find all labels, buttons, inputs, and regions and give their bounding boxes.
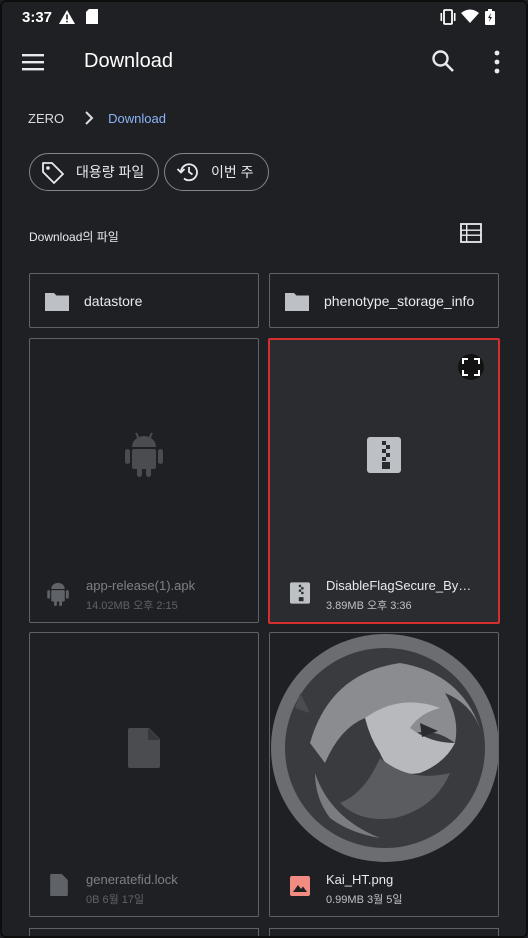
wifi-icon: [461, 9, 479, 23]
file-icon: [50, 874, 68, 896]
chip-large-files[interactable]: 대용량 파일: [29, 153, 160, 191]
status-bar: 3:37: [0, 0, 528, 34]
file-tile-selected[interactable]: DisableFlagSecure_By_Kai_HT.zip 3.89MB 오…: [268, 338, 500, 624]
chip-large-files-label: 대용량 파일: [76, 164, 145, 180]
android-icon: [47, 582, 69, 606]
folder-name: datastore: [84, 292, 143, 309]
folder-tile[interactable]: phenotype_storage_info: [269, 273, 499, 328]
chevron-right-icon: [85, 111, 94, 125]
file-name: DisableFlagSecure_By_Kai_HT.zip: [326, 578, 476, 593]
zip-icon: [367, 437, 401, 473]
file-tile-partial[interactable]: [29, 928, 259, 938]
file-meta: 3.89MB 오후 3:36: [326, 600, 412, 612]
battery-icon: [485, 9, 495, 25]
file-meta: 14.02MB 오후 2:15: [86, 600, 178, 612]
file-tile-partial[interactable]: [269, 928, 499, 938]
folder-tile[interactable]: datastore: [29, 273, 259, 328]
breadcrumb-root[interactable]: ZERO: [28, 111, 64, 126]
file-name: Kai_HT.png: [326, 872, 394, 887]
file-name: app-release(1).apk: [86, 578, 196, 593]
page-title: Download: [84, 50, 173, 72]
file-name: generatefid.lock: [86, 872, 178, 887]
folder-icon: [285, 292, 309, 311]
tag-icon: [42, 162, 64, 184]
file-caption: Kai_HT.png 0.99MB 3월 5일: [270, 864, 498, 916]
file-caption: DisableFlagSecure_By_Kai_HT.zip 3.89MB 오…: [270, 570, 498, 622]
file-meta: 0.99MB 3월 5일: [326, 894, 403, 906]
file-icon: [128, 728, 160, 768]
app-bar: Download: [0, 34, 528, 90]
menu-icon[interactable]: [20, 50, 46, 74]
file-caption: app-release(1).apk 14.02MB 오후 2:15: [30, 570, 258, 622]
file-tile[interactable]: generatefid.lock 0B 6월 17일: [29, 632, 259, 917]
warning-icon: [59, 10, 75, 24]
status-time: 3:37: [22, 9, 53, 26]
list-view-icon[interactable]: [460, 223, 482, 243]
history-icon: [176, 163, 198, 182]
breadcrumb: ZERO Download: [28, 108, 166, 128]
search-icon[interactable]: [430, 48, 456, 74]
android-icon: [125, 432, 163, 477]
file-tile[interactable]: Kai_HT.png 0.99MB 3월 5일: [269, 632, 499, 917]
folder-name: phenotype_storage_info: [324, 292, 475, 309]
expand-preview-button[interactable]: [458, 354, 484, 380]
file-meta: 0B 6월 17일: [86, 894, 145, 906]
file-tile[interactable]: app-release(1).apk 14.02MB 오후 2:15: [29, 338, 259, 623]
folder-icon: [45, 292, 69, 311]
more-options-icon[interactable]: [486, 48, 508, 76]
file-caption: generatefid.lock 0B 6월 17일: [30, 864, 258, 916]
chip-this-week[interactable]: 이번 주: [164, 153, 269, 191]
section-title: Download의 파일: [29, 230, 119, 244]
fullscreen-icon: [462, 358, 480, 376]
chip-this-week-label: 이번 주: [211, 164, 254, 180]
sd-card-icon: [86, 9, 98, 24]
vibrate-icon: [440, 9, 456, 25]
image-icon: [290, 876, 310, 896]
breadcrumb-current[interactable]: Download: [108, 111, 166, 126]
zip-icon: [290, 582, 310, 604]
